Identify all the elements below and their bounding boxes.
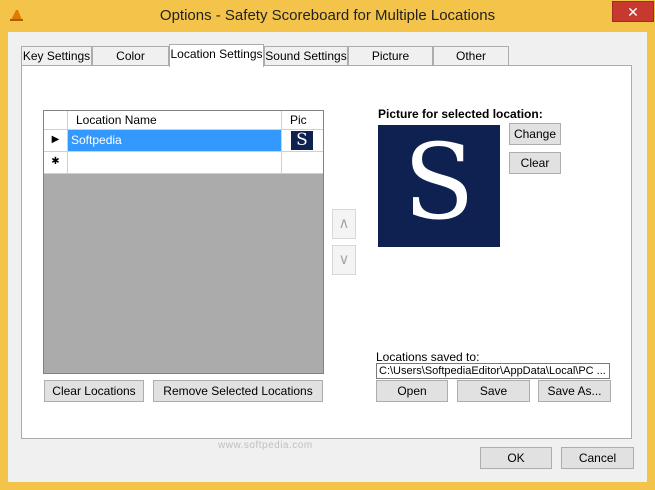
clear-picture-button[interactable]: Clear [509,152,561,174]
tab-color-settings[interactable]: Color Settings [92,46,169,81]
options-window: Options - Safety Scoreboard for Multiple… [0,0,655,490]
new-location-pic-cell[interactable] [282,152,323,173]
save-button[interactable]: Save [457,380,530,402]
cancel-button[interactable]: Cancel [561,447,634,469]
grid-corner-header [44,111,68,130]
location-name-cell[interactable]: Softpedia [68,130,282,151]
new-location-name-cell[interactable] [68,152,282,173]
dialog-client: Key Settings Color Settings Location Set… [8,32,647,482]
location-settings-panel: Location Name Pic ▶ Softpedia S ✱ Clear … [21,65,632,451]
move-up-button[interactable]: ∧ [332,209,356,239]
close-button[interactable]: ✕ [612,1,654,22]
tab-location-settings[interactable]: Location Settings [169,44,264,67]
table-row-new[interactable]: ✱ [44,152,323,174]
tab-other-settings[interactable]: Other Settings [433,46,509,81]
table-row[interactable]: ▶ Softpedia S [44,130,323,152]
picture-logo-letter: S [403,125,475,243]
title-bar[interactable]: Options - Safety Scoreboard for Multiple… [0,0,655,32]
location-picture: S [378,125,500,247]
tab-key-settings[interactable]: Key Settings [21,46,92,66]
open-button[interactable]: Open [376,380,448,402]
locations-grid[interactable]: Location Name Pic ▶ Softpedia S ✱ [43,110,324,374]
locations-saved-label: Locations saved to: [376,350,480,364]
move-down-button[interactable]: ∨ [332,245,356,275]
row-indicator-current[interactable]: ▶ [44,130,68,151]
ok-button[interactable]: OK [480,447,552,469]
location-thumbnail: S [291,131,313,150]
window-title: Options - Safety Scoreboard for Multiple… [159,7,496,24]
column-header-pic[interactable]: Pic [282,111,323,130]
locations-path-field[interactable]: C:\Users\SoftpediaEditor\AppData\Local\P… [376,363,610,379]
save-as-button[interactable]: Save As... [538,380,611,402]
watermark: www.softpedia.com [218,440,313,451]
tab-picture-settings[interactable]: Picture Settings [348,46,433,81]
tab-sound-settings[interactable]: Sound Settings [264,46,348,66]
clear-locations-button[interactable]: Clear Locations [44,380,144,402]
grid-header: Location Name Pic [44,111,323,130]
column-header-location-name[interactable]: Location Name [68,111,282,130]
remove-selected-locations-button[interactable]: Remove Selected Locations [153,380,323,402]
location-pic-cell[interactable]: S [282,130,323,151]
change-picture-button[interactable]: Change [509,123,561,145]
picture-label: Picture for selected location: [378,107,543,121]
row-indicator-new[interactable]: ✱ [44,152,68,173]
